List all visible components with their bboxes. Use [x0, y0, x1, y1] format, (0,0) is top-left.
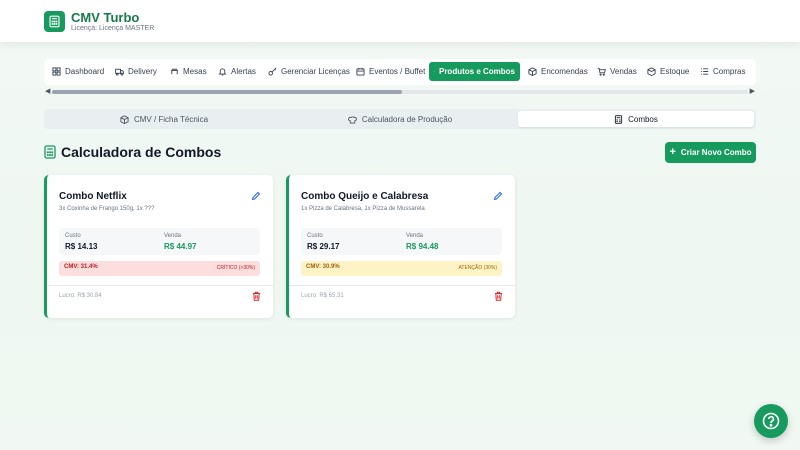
- sale-label: Venda: [406, 233, 424, 239]
- tab-eventos-buffet[interactable]: Eventos / Buffet: [351, 62, 430, 81]
- tab-label: Gerenciar Licenças: [281, 67, 350, 76]
- cmv-bar: CMV: 30.9% ATENÇÃO (30%): [301, 261, 502, 276]
- divider: [47, 285, 273, 286]
- tab-label: Eventos / Buffet: [369, 67, 426, 76]
- trash-icon[interactable]: [252, 291, 261, 301]
- calculator-icon: [44, 11, 65, 32]
- tab-label: Dashboard: [65, 67, 105, 76]
- combo-stats: Custo R$ 14.13 Venda R$ 44.97: [59, 228, 260, 255]
- calculator-icon: [614, 114, 623, 124]
- combo-name: Combo Netflix: [59, 191, 127, 202]
- combo-items: 1x Pizza de Calabresa, 1x Pizza de Mussa…: [301, 206, 425, 212]
- combo-stats: Custo R$ 29.17 Venda R$ 94.48: [301, 228, 502, 255]
- calendar-icon: [356, 67, 365, 76]
- pencil-icon[interactable]: [493, 191, 503, 201]
- scroll-right-arrow-icon[interactable]: ▶: [750, 88, 755, 96]
- cmv-bar: CMV: 31.4% CRÍTICO (>30%): [59, 261, 260, 276]
- scroll-left-arrow-icon[interactable]: ◀: [45, 88, 50, 96]
- app-header: CMV Turbo Licença: Licença MASTER: [0, 0, 800, 42]
- chef-hat-icon: [348, 115, 357, 124]
- bell-icon: [218, 68, 227, 76]
- sale-label: Venda: [164, 233, 182, 239]
- page-title-text: Calculadora de Combos: [61, 144, 222, 160]
- subtab-combos[interactable]: Combos: [518, 111, 754, 127]
- tab-label: Delivery: [128, 67, 157, 76]
- tab-label: Vendas: [610, 67, 637, 76]
- create-combo-label: Criar Novo Combo: [680, 148, 752, 157]
- cost-label: Custo: [307, 233, 323, 239]
- subtab-label: Calculadora de Produção: [361, 114, 453, 124]
- box-icon: [647, 67, 656, 76]
- tab-produtos-combos[interactable]: Produtos e Combos: [429, 62, 520, 81]
- dashboard-icon: [52, 67, 61, 76]
- tab-gerenciar-licencas[interactable]: Gerenciar Licenças: [263, 62, 355, 81]
- subtab-label: CMV / Ficha Técnica: [133, 114, 209, 124]
- cmv-value: CMV: 31.4%: [64, 264, 98, 270]
- tab-label: Mesas: [183, 67, 207, 76]
- cost-label: Custo: [65, 233, 81, 239]
- tab-estoque[interactable]: Estoque: [642, 62, 694, 81]
- cost-value: R$ 14.13: [65, 242, 98, 251]
- tab-compras[interactable]: Compras: [695, 62, 750, 81]
- status-badge: ATENÇÃO (30%): [458, 265, 497, 271]
- pencil-icon[interactable]: [251, 191, 261, 201]
- combo-card: Combo Netflix 3x Coxinha de Frango 150g,…: [44, 175, 273, 318]
- sale-value: R$ 94.48: [406, 242, 439, 251]
- tab-label: Produtos e Combos: [438, 67, 515, 76]
- combo-card: Combo Queijo e Calabresa 1x Pizza de Cal…: [286, 175, 515, 318]
- subtab-label: Combos: [628, 114, 658, 124]
- combo-items: 3x Coxinha de Frango 150g, 1x ???: [59, 206, 155, 212]
- help-button[interactable]: [754, 404, 788, 438]
- key-icon: [268, 67, 277, 76]
- scroll-thumb[interactable]: [52, 90, 402, 94]
- combo-name: Combo Queijo e Calabresa: [301, 191, 429, 202]
- license-label: Licença: Licença MASTER: [71, 25, 155, 32]
- status-badge: CRÍTICO (>30%): [216, 265, 255, 271]
- cost-value: R$ 29.17: [307, 242, 340, 251]
- tab-mesas[interactable]: Mesas: [165, 62, 212, 81]
- subtab-calculadora-producao[interactable]: Calculadora de Produção: [282, 111, 518, 127]
- main-nav: Dashboard Delivery Mesas Alertas Gerenci…: [44, 59, 756, 85]
- package-icon: [528, 67, 537, 76]
- subtab-cmv-ficha-tecnica[interactable]: CMV / Ficha Técnica: [46, 111, 282, 127]
- cube-icon: [120, 114, 129, 124]
- subtab-bar: CMV / Ficha Técnica Calculadora de Produ…: [44, 109, 756, 129]
- table-icon: [170, 68, 179, 75]
- list-icon: [700, 68, 709, 75]
- nav-scrollbar[interactable]: ◀ ▶: [44, 88, 756, 96]
- profit-label: Lucro: R$ 65.31: [301, 293, 344, 299]
- truck-icon: [115, 68, 124, 76]
- tab-vendas[interactable]: Vendas: [592, 62, 642, 81]
- tab-label: Encomendas: [541, 67, 588, 76]
- app-title: CMV Turbo: [71, 10, 140, 25]
- question-icon: [762, 412, 780, 430]
- plus-icon: +: [669, 146, 676, 158]
- tab-dashboard[interactable]: Dashboard: [47, 62, 109, 81]
- document-icon: [434, 71, 435, 72]
- sale-value: R$ 44.97: [164, 242, 197, 251]
- tab-delivery[interactable]: Delivery: [110, 62, 162, 81]
- tab-label: Estoque: [660, 67, 690, 76]
- create-combo-button[interactable]: + Criar Novo Combo: [665, 142, 756, 163]
- divider: [289, 285, 515, 286]
- trash-icon[interactable]: [494, 291, 503, 301]
- cmv-value: CMV: 30.9%: [306, 264, 340, 270]
- calculator-icon: [44, 145, 56, 159]
- tab-label: Compras: [713, 67, 746, 76]
- profit-label: Lucro: R$ 30.84: [59, 293, 102, 299]
- tab-label: Alertas: [231, 67, 256, 76]
- tab-encomendas[interactable]: Encomendas: [523, 62, 593, 81]
- cart-icon: [597, 67, 606, 76]
- tab-alertas[interactable]: Alertas: [213, 62, 261, 81]
- page-title: Calculadora de Combos: [44, 144, 221, 160]
